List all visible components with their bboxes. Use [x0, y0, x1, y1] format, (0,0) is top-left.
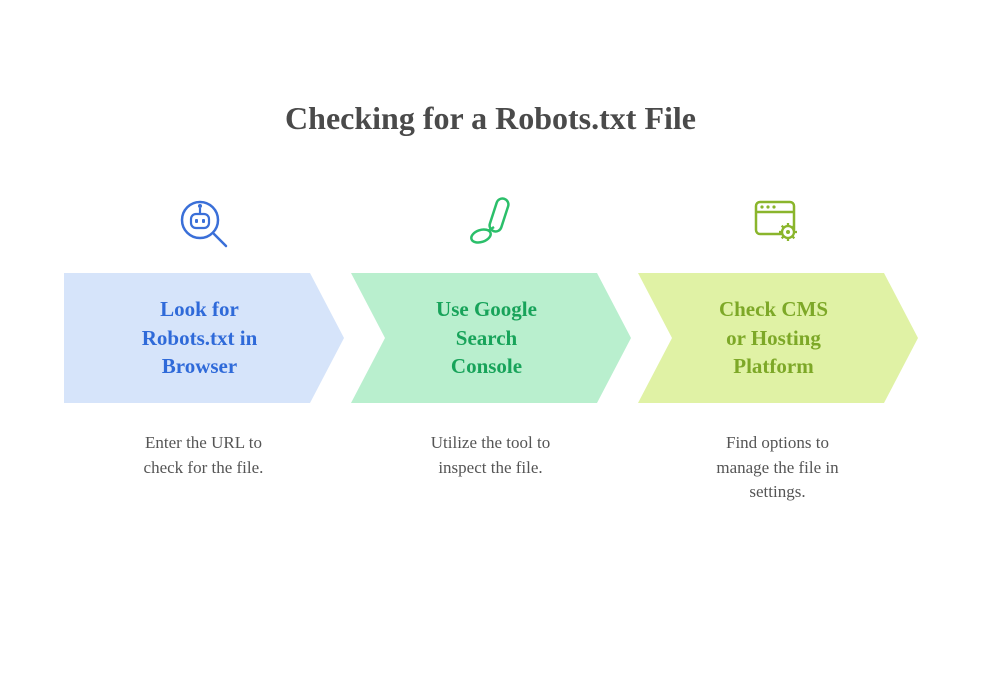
step-2-label: Use Google Search Console: [436, 295, 537, 380]
diagram-container: Checking for a Robots.txt File: [0, 0, 981, 505]
step-2-desc: Utilize the tool to inspect the file.: [431, 431, 550, 480]
step-2: Use Google Search Console Utilize the to…: [347, 187, 634, 505]
step-3: Check CMS or Hosting Platform Find optio…: [634, 187, 921, 505]
step-3-label: Check CMS or Hosting Platform: [719, 295, 828, 380]
step-1-desc: Enter the URL to check for the file.: [144, 431, 264, 480]
diagram-title: Checking for a Robots.txt File: [60, 100, 921, 137]
step-1-arrow: Look for Robots.txt in Browser: [64, 273, 344, 403]
browser-gear-icon: [748, 187, 808, 257]
step-3-arrow: Check CMS or Hosting Platform: [638, 273, 918, 403]
paint-roller-icon: [461, 187, 521, 257]
steps-row: Look for Robots.txt in Browser Enter the…: [60, 187, 921, 505]
step-2-arrow: Use Google Search Console: [351, 273, 631, 403]
step-1: Look for Robots.txt in Browser Enter the…: [60, 187, 347, 505]
robot-search-icon: [174, 187, 234, 257]
step-3-desc: Find options to manage the file in setti…: [716, 431, 838, 505]
step-1-label: Look for Robots.txt in Browser: [142, 295, 258, 380]
